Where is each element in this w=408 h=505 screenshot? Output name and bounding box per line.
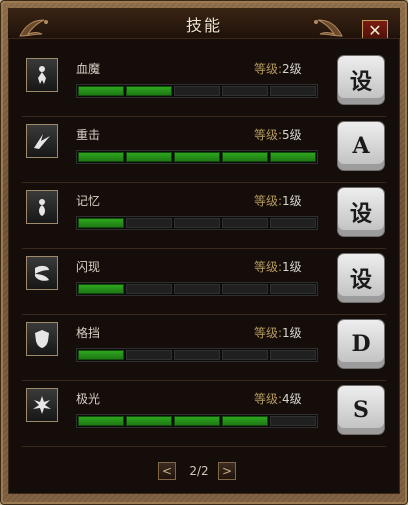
block-icon[interactable]: [26, 322, 58, 356]
hotkey-button[interactable]: 设: [338, 56, 384, 104]
progress-segment-empty: [270, 284, 316, 294]
hotkey-button[interactable]: S: [338, 386, 384, 434]
progress-segment-filled: [78, 284, 124, 294]
progress-segment-empty: [174, 218, 220, 228]
skill-level: 等级:2级: [254, 60, 302, 77]
title-bar: 技能 ✕: [8, 8, 400, 42]
level-label: 等级:: [254, 194, 283, 208]
chevron-left-icon: <: [161, 464, 173, 478]
progress-segment-empty: [222, 284, 268, 294]
level-value: 1级: [282, 260, 302, 274]
progress-segment-filled: [78, 218, 124, 228]
progress-segment-filled: [270, 152, 316, 162]
level-label: 等级:: [254, 392, 283, 406]
skill-level: 等级:5级: [254, 126, 302, 143]
hotkey-button[interactable]: 设: [338, 254, 384, 302]
progress-segment-empty: [222, 350, 268, 360]
skill-name: 血魔: [76, 62, 101, 76]
skill-row: 极光 等级:4级 S: [22, 380, 386, 447]
skill-progress-bar: [76, 216, 318, 230]
skill-name: 闪现: [76, 260, 101, 274]
level-value: 1级: [282, 194, 302, 208]
progress-segment-empty: [126, 350, 172, 360]
skill-row: 闪现 等级:1级 设: [22, 248, 386, 315]
progress-segment-empty: [222, 86, 268, 96]
progress-segment-empty: [174, 284, 220, 294]
skill-level: 等级:1级: [254, 192, 302, 209]
progress-segment-filled: [126, 416, 172, 426]
skill-window: 技能 ✕ 血魔 等级:2级设重击 等级:5级 A 记忆 等级:1级设闪现 等级:1级设格挡等…: [0, 0, 408, 505]
chevron-right-icon: >: [221, 464, 233, 478]
skill-level: 等级:4级: [254, 390, 302, 407]
progress-segment-filled: [78, 350, 124, 360]
skill-row: 记忆 等级:1级 设: [22, 182, 386, 249]
row-divider: [22, 446, 386, 447]
skill-progress-bar: [76, 150, 318, 164]
progress-segment-empty: [222, 218, 268, 228]
prev-page-button[interactable]: <: [158, 462, 176, 480]
skill-progress-bar: [76, 414, 318, 428]
progress-segment-filled: [78, 86, 124, 96]
right-ornament-icon: [314, 19, 343, 37]
progress-segment-filled: [222, 416, 268, 426]
level-value: 4级: [282, 392, 302, 406]
skill-progress-bar: [76, 348, 318, 362]
progress-segment-filled: [126, 86, 172, 96]
pagination: < 2/2 >: [8, 458, 400, 482]
progress-segment-empty: [270, 218, 316, 228]
level-label: 等级:: [254, 260, 283, 274]
progress-segment-empty: [270, 86, 316, 96]
close-icon: ✕: [368, 21, 382, 40]
progress-segment-filled: [78, 416, 124, 426]
level-value: 5级: [282, 128, 302, 142]
skill-name: 重击: [76, 128, 101, 142]
aurora-icon[interactable]: [26, 388, 58, 422]
progress-segment-filled: [126, 152, 172, 162]
hotkey-button[interactable]: A: [338, 122, 384, 170]
skills-panel: 血魔 等级:2级设重击 等级:5级 A 记忆 等级:1级设闪现 等级:1级设格挡 等级:1级 D…: [8, 38, 400, 494]
page-indicator: 2/2: [189, 464, 209, 478]
progress-segment-empty: [126, 218, 172, 228]
skill-row: 重击 等级:5级 A: [22, 116, 386, 183]
skill-name: 记忆: [76, 194, 101, 208]
progress-segment-empty: [270, 350, 316, 360]
skill-level: 等级:1级: [254, 258, 302, 275]
level-value: 2级: [282, 62, 302, 76]
skill-name: 格挡: [76, 326, 101, 340]
progress-segment-empty: [174, 86, 220, 96]
blood-demon-icon[interactable]: [26, 58, 58, 92]
level-value: 1级: [282, 326, 302, 340]
heavy-strike-icon[interactable]: [26, 124, 58, 158]
progress-segment-empty: [126, 284, 172, 294]
hotkey-button[interactable]: D: [338, 320, 384, 368]
memory-icon[interactable]: [26, 190, 58, 224]
skill-level: 等级:1级: [254, 324, 302, 341]
flash-icon[interactable]: [26, 256, 58, 290]
progress-segment-filled: [222, 152, 268, 162]
progress-segment-filled: [174, 152, 220, 162]
progress-segment-filled: [174, 416, 220, 426]
progress-segment-filled: [78, 152, 124, 162]
skill-name: 极光: [76, 392, 101, 406]
progress-segment-empty: [270, 416, 316, 426]
level-label: 等级:: [254, 326, 283, 340]
skill-progress-bar: [76, 282, 318, 296]
level-label: 等级:: [254, 128, 283, 142]
skill-row: 血魔 等级:2级 设: [22, 50, 386, 117]
skill-progress-bar: [76, 84, 318, 98]
skill-row: 格挡 等级:1级 D: [22, 314, 386, 381]
next-page-button[interactable]: >: [218, 462, 236, 480]
hotkey-button[interactable]: 设: [338, 188, 384, 236]
progress-segment-empty: [174, 350, 220, 360]
level-label: 等级:: [254, 62, 283, 76]
